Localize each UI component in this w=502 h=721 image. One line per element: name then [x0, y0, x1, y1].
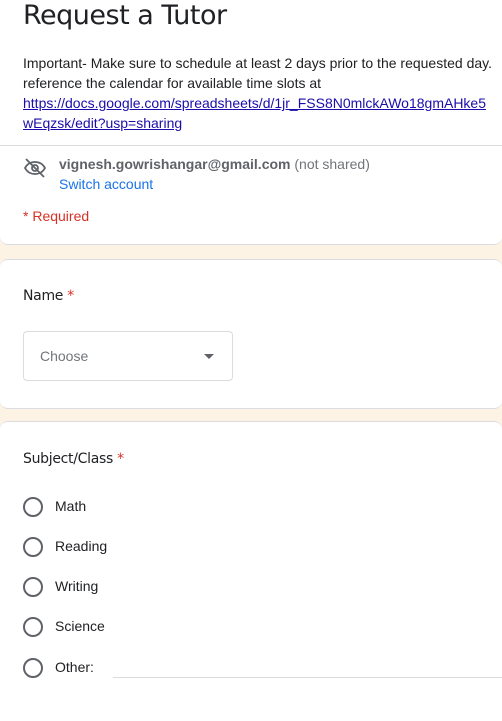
- account-note: (not shared): [294, 156, 370, 172]
- radio-button[interactable]: [23, 617, 43, 637]
- required-note: * Required: [23, 208, 90, 224]
- account-info: vignesh.gowrishangar@gmail.com (not shar…: [59, 156, 370, 172]
- calendar-link-continued[interactable]: wEqzsk/edit?usp=sharing: [23, 115, 182, 131]
- option-label: Other:: [55, 659, 94, 675]
- option-label: Reading: [55, 538, 108, 554]
- option-reading[interactable]: Reading: [23, 535, 502, 559]
- name-question-title: Name *: [23, 288, 74, 304]
- option-label: Science: [55, 618, 105, 634]
- name-dropdown[interactable]: Choose: [23, 331, 233, 381]
- radio-button[interactable]: [23, 658, 43, 678]
- option-math[interactable]: Math: [23, 495, 502, 519]
- option-other[interactable]: Other:: [23, 656, 108, 680]
- form-title: Request a Tutor: [23, 0, 227, 31]
- name-question-card: Name * Choose: [0, 259, 502, 409]
- option-label: Math: [55, 498, 87, 514]
- radio-button[interactable]: [23, 497, 43, 517]
- header-divider: [0, 145, 502, 146]
- switch-account-link[interactable]: Switch account: [59, 176, 153, 192]
- question-title-text: Subject/Class: [23, 451, 113, 467]
- caret-down-icon: [204, 354, 214, 359]
- option-writing[interactable]: Writing: [23, 575, 502, 599]
- form-description: Important- Make sure to schedule at leas…: [23, 53, 502, 133]
- option-label: Writing: [55, 578, 99, 594]
- calendar-link[interactable]: https://docs.google.com/spreadsheets/d/1…: [23, 95, 486, 111]
- form-header-card: Request a Tutor Important- Make sure to …: [0, 0, 502, 245]
- account-email: vignesh.gowrishangar@gmail.com: [59, 156, 291, 172]
- eye-off-icon: [23, 156, 47, 180]
- description-line-1: Important- Make sure to schedule at leas…: [23, 55, 492, 71]
- description-line-2: reference the calendar for available tim…: [23, 75, 322, 91]
- subject-question-title: Subject/Class *: [23, 451, 124, 467]
- radio-button[interactable]: [23, 537, 43, 557]
- dropdown-value: Choose: [40, 348, 89, 364]
- radio-button[interactable]: [23, 577, 43, 597]
- other-text-input[interactable]: [113, 677, 502, 678]
- required-star: *: [117, 451, 124, 467]
- required-star: *: [67, 288, 74, 304]
- question-title-text: Name: [23, 288, 64, 304]
- option-science[interactable]: Science: [23, 615, 502, 639]
